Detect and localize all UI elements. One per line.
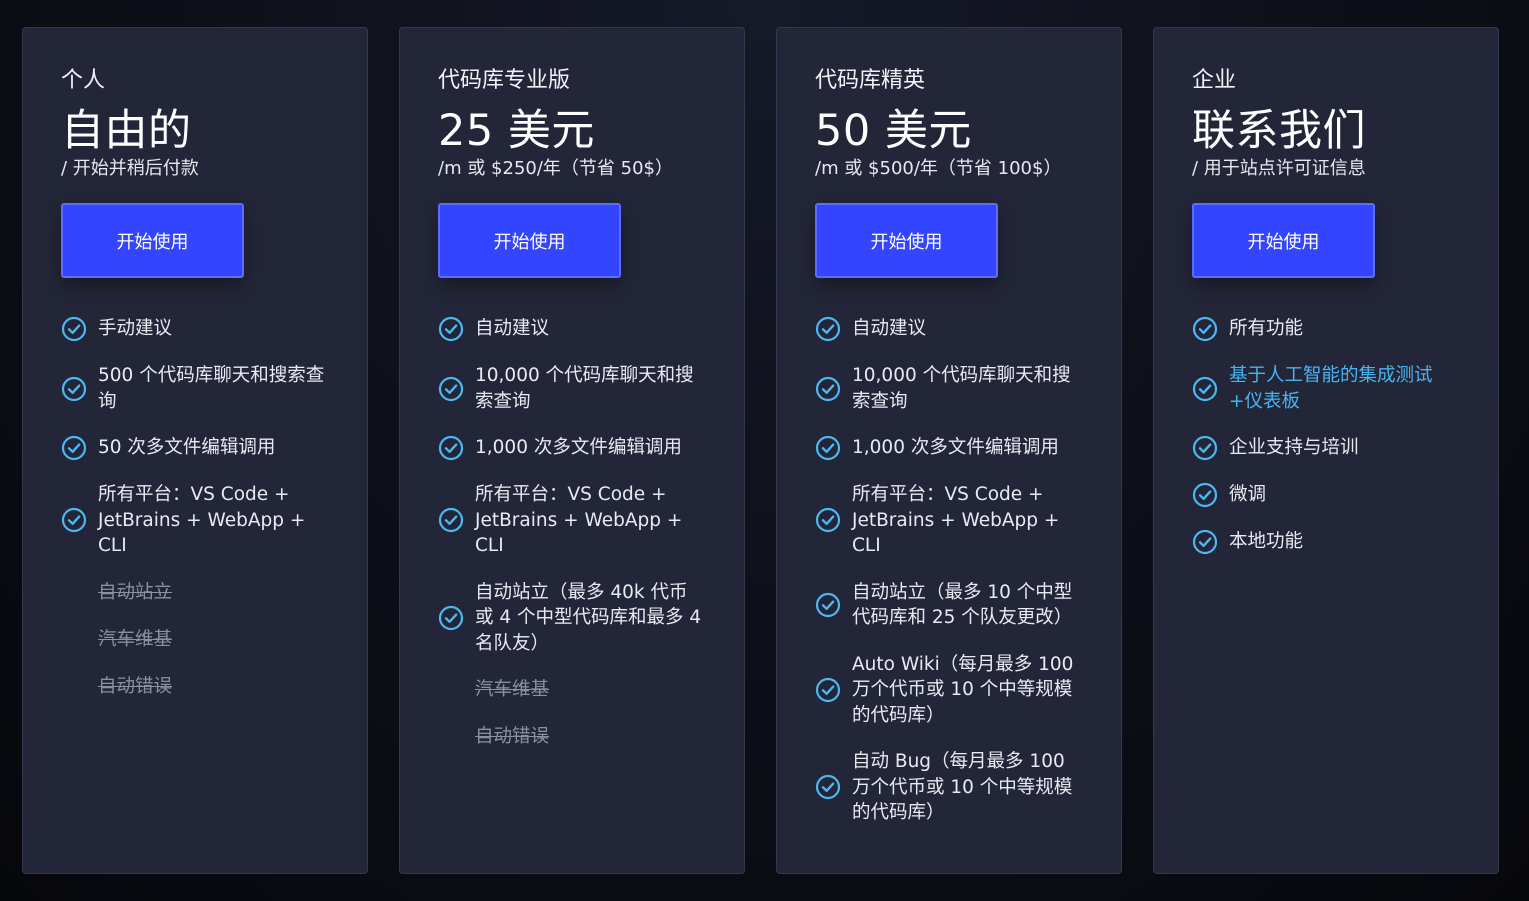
feature-text: 50 次多文件编辑调用 xyxy=(98,437,276,459)
check-circle-icon xyxy=(61,435,87,461)
get-started-button[interactable]: 开始使用 xyxy=(1192,203,1375,278)
feature-list: 自动建议 10,000 个代码库聊天和搜索查询 1,000 次多文件编辑调用所有平台… xyxy=(438,316,706,750)
feature-item: 所有功能 xyxy=(1192,316,1460,342)
check-circle-icon xyxy=(1192,529,1218,555)
feature-text: 微调 xyxy=(1229,484,1267,506)
plan-price-note: /m 或 $500/年（节省 100$） xyxy=(815,158,1062,179)
feature-item: 10,000 个代码库聊天和搜索查询 xyxy=(438,363,706,414)
check-circle-icon xyxy=(1192,435,1218,461)
feature-text: 自动错误 xyxy=(98,675,173,697)
check-circle-icon xyxy=(815,774,841,800)
check-circle-icon xyxy=(815,316,841,342)
check-circle-icon xyxy=(1192,376,1218,402)
plan-price-note: / 用于站点许可证信息 xyxy=(1192,158,1366,179)
feature-item: 手动建议 xyxy=(61,316,329,342)
feature-item: 自动建议 xyxy=(438,316,706,342)
plan-price: 25 美元 xyxy=(438,106,595,156)
plan-card-codebase-elite: 代码库精英 50 美元 /m 或 $500/年（节省 100$） 开始使用 自动… xyxy=(776,27,1122,874)
feature-item-excluded: 汽车维基 xyxy=(438,677,706,703)
feature-item: 自动站立（最多 40k 代币或 4 个中型代码库和最多 4 名队友） xyxy=(438,580,706,657)
check-circle-icon xyxy=(815,435,841,461)
plan-name: 代码库精英 xyxy=(815,68,926,93)
check-circle-icon xyxy=(438,316,464,342)
feature-text: 所有平台：VS Code + JetBrains + WebApp + CLI xyxy=(98,484,306,556)
feature-list: 所有功能基于人工智能的集成测试+仪表板企业支持与培训 微调本地功能 xyxy=(1192,316,1460,555)
feature-text: 1,000 次多文件编辑调用 xyxy=(475,437,682,459)
feature-text: 自动站立 xyxy=(98,581,173,603)
check-circle-icon xyxy=(438,507,464,533)
feature-item: 500 个代码库聊天和搜索查询 xyxy=(61,363,329,414)
feature-list: 自动建议 10,000 个代码库聊天和搜索查询 1,000 次多文件编辑调用所有平台… xyxy=(815,316,1083,826)
feature-text: 自动错误 xyxy=(475,726,550,748)
plan-price-note: / 开始并稍后付款 xyxy=(61,158,199,179)
plan-card-enterprise: 企业 联系我们 / 用于站点许可证信息 开始使用 所有功能基于人工智能的集成测试… xyxy=(1153,27,1499,874)
feature-text: 所有功能 xyxy=(1229,318,1304,340)
check-circle-icon xyxy=(1192,316,1218,342)
feature-item-excluded: 汽车维基 xyxy=(61,627,329,653)
feature-item: 10,000 个代码库聊天和搜索查询 xyxy=(815,363,1083,414)
pricing-plans: 个人 自由的 / 开始并稍后付款 开始使用 手动建议 500 个代码库聊天和搜索查… xyxy=(22,27,1499,874)
feature-text: 手动建议 xyxy=(98,318,173,340)
check-circle-icon xyxy=(815,677,841,703)
feature-text: 自动建议 xyxy=(852,318,927,340)
get-started-button[interactable]: 开始使用 xyxy=(815,203,998,278)
feature-item-excluded: 自动错误 xyxy=(61,674,329,700)
check-circle-icon xyxy=(438,376,464,402)
feature-item: Auto Wiki（每月最多 100 万个代币或 10 个中等规模的代码库） xyxy=(815,652,1083,729)
feature-text: 本地功能 xyxy=(1229,531,1304,553)
plan-price: 联系我们 xyxy=(1192,106,1366,156)
feature-item: 自动站立（最多 10 个中型代码库和 25 个队友更改） xyxy=(815,580,1083,631)
feature-item[interactable]: 基于人工智能的集成测试+仪表板 xyxy=(1192,363,1460,414)
check-circle-icon xyxy=(438,435,464,461)
check-circle-icon xyxy=(61,316,87,342)
plan-price: 自由的 xyxy=(61,106,192,156)
feature-item-excluded: 自动站立 xyxy=(61,580,329,606)
feature-item: 1,000 次多文件编辑调用 xyxy=(815,435,1083,461)
plan-price: 50 美元 xyxy=(815,106,972,156)
plan-name: 企业 xyxy=(1192,68,1237,93)
feature-text: 汽车维基 xyxy=(475,679,550,701)
feature-text: 企业支持与培训 xyxy=(1229,437,1359,459)
feature-text: 1,000 次多文件编辑调用 xyxy=(852,437,1059,459)
feature-item-excluded: 自动错误 xyxy=(438,724,706,750)
check-circle-icon xyxy=(815,592,841,618)
feature-text: 汽车维基 xyxy=(98,628,173,650)
check-circle-icon xyxy=(815,376,841,402)
feature-item: 1,000 次多文件编辑调用 xyxy=(438,435,706,461)
feature-text: 自动 Bug（每月最多 100 万个代币或 10 个中等规模的代码库） xyxy=(852,751,1073,823)
feature-item: 微调 xyxy=(1192,482,1460,508)
check-circle-icon xyxy=(815,507,841,533)
plan-card-personal: 个人 自由的 / 开始并稍后付款 开始使用 手动建议 500 个代码库聊天和搜索查… xyxy=(22,27,368,874)
check-circle-icon xyxy=(61,376,87,402)
feature-text: 所有平台：VS Code + JetBrains + WebApp + CLI xyxy=(852,484,1060,556)
feature-text: 所有平台：VS Code + JetBrains + WebApp + CLI xyxy=(475,484,683,556)
feature-list: 手动建议 500 个代码库聊天和搜索查询 50 次多文件编辑调用所有平台：VS Co… xyxy=(61,316,329,700)
get-started-button[interactable]: 开始使用 xyxy=(438,203,621,278)
check-circle-icon xyxy=(61,507,87,533)
check-circle-icon xyxy=(438,605,464,631)
get-started-button[interactable]: 开始使用 xyxy=(61,203,244,278)
feature-item: 本地功能 xyxy=(1192,529,1460,555)
feature-item: 所有平台：VS Code + JetBrains + WebApp + CLI xyxy=(61,482,329,559)
plan-price-note: /m 或 $250/年（节省 50$） xyxy=(438,158,673,179)
check-circle-icon xyxy=(1192,482,1218,508)
feature-item: 自动建议 xyxy=(815,316,1083,342)
plan-card-codebase-pro: 代码库专业版 25 美元 /m 或 $250/年（节省 50$） 开始使用 自动… xyxy=(399,27,745,874)
feature-text: Auto Wiki（每月最多 100 万个代币或 10 个中等规模的代码库） xyxy=(852,653,1074,726)
feature-item: 企业支持与培训 xyxy=(1192,435,1460,461)
plan-name: 个人 xyxy=(61,68,106,93)
feature-text: 500 个代码库聊天和搜索查询 xyxy=(98,365,325,412)
feature-text: 基于人工智能的集成测试+仪表板 xyxy=(1229,365,1433,412)
feature-item: 所有平台：VS Code + JetBrains + WebApp + CLI xyxy=(438,482,706,559)
feature-text: 自动站立（最多 40k 代币或 4 个中型代码库和最多 4 名队友） xyxy=(475,581,702,654)
feature-text: 自动建议 xyxy=(475,318,550,340)
feature-item: 50 次多文件编辑调用 xyxy=(61,435,329,461)
feature-item: 自动 Bug（每月最多 100 万个代币或 10 个中等规模的代码库） xyxy=(815,749,1083,826)
plan-name: 代码库专业版 xyxy=(438,68,571,93)
feature-text: 自动站立（最多 10 个中型代码库和 25 个队友更改） xyxy=(852,581,1073,629)
feature-text: 10,000 个代码库聊天和搜索查询 xyxy=(475,365,694,412)
feature-item: 所有平台：VS Code + JetBrains + WebApp + CLI xyxy=(815,482,1083,559)
feature-text: 10,000 个代码库聊天和搜索查询 xyxy=(852,365,1071,412)
